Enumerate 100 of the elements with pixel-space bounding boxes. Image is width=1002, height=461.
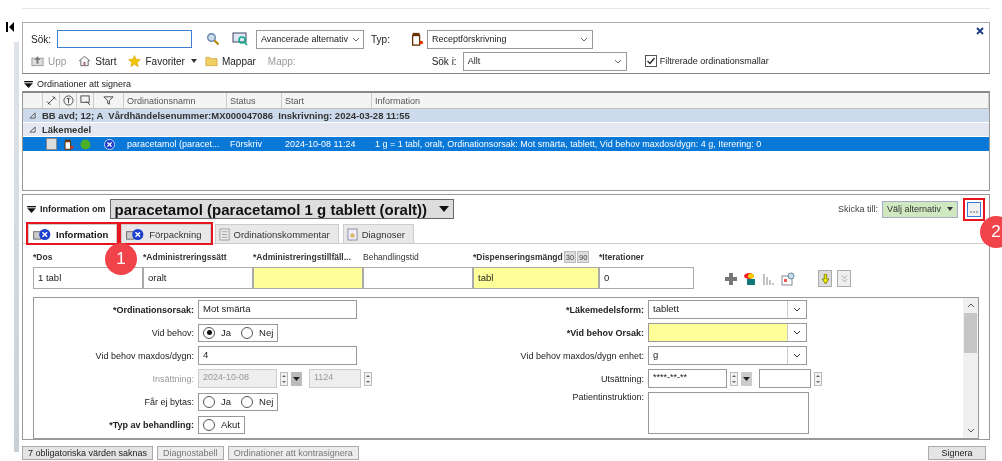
field-label: Insättning: — [151, 373, 195, 384]
column-header[interactable]: Information — [372, 93, 989, 108]
chevron-icon — [794, 353, 800, 358]
select-field[interactable]: tablett — [648, 300, 807, 319]
star-icon — [128, 55, 142, 67]
bottle-icon — [63, 138, 74, 150]
dropdown-caret-icon[interactable] — [190, 59, 197, 63]
group-label[interactable]: Läkemedel — [42, 124, 92, 135]
advanced-select[interactable]: Avancerade alternativ — [256, 29, 364, 49]
column-header[interactable]: Start — [282, 93, 372, 108]
field-label: *Iterationer — [599, 252, 644, 262]
plus-icon[interactable] — [724, 271, 738, 286]
checkbox-label[interactable]: Filtrerade ordinationsmallar — [659, 56, 769, 66]
scroll-up-icon[interactable] — [966, 303, 975, 308]
radio-option[interactable]: Nej — [241, 395, 274, 408]
bottle-icon — [409, 32, 424, 46]
select-field[interactable]: g — [648, 346, 807, 365]
tab[interactable]: Förpackning — [121, 224, 211, 243]
table-cell-text: Förskriv — [229, 138, 263, 151]
close-icon[interactable] — [976, 27, 984, 35]
collapse-toggle-icon[interactable] — [27, 205, 36, 213]
field-label: *Vid behov Orsak: — [565, 327, 645, 338]
footer-button[interactable]: 7 obligatoriska värden saknas — [22, 446, 154, 460]
field-label: *Ordinationsorsak: — [111, 304, 195, 315]
comment-header-icon — [79, 95, 91, 106]
cancel-icon — [32, 227, 52, 241]
field-label: Vid behov maxdos/dygn: — [94, 350, 195, 361]
row-checkbox[interactable] — [46, 138, 57, 150]
ellipsis-icon — [970, 210, 978, 213]
select-field[interactable] — [648, 323, 807, 342]
radio-option[interactable]: Nej — [241, 326, 274, 339]
calendar-icon[interactable] — [781, 271, 795, 286]
scroll-thumb[interactable] — [964, 313, 977, 353]
chevron-icon — [613, 58, 622, 64]
search-icon[interactable] — [206, 32, 220, 46]
nav-button[interactable]: Start — [78, 55, 117, 67]
chevron-icon — [794, 307, 800, 312]
date-field[interactable]: ****-**-** — [648, 369, 727, 388]
nav-button[interactable]: Mappar — [204, 55, 256, 67]
nav-button[interactable]: Favoriter — [128, 55, 185, 67]
folder-icon — [204, 55, 218, 67]
document-icon — [346, 227, 358, 241]
dropdown-caret-icon[interactable] — [741, 371, 752, 386]
move-down-button[interactable] — [818, 270, 832, 287]
search-in-select[interactable]: Allt — [462, 51, 627, 71]
spinner-icon[interactable] — [730, 371, 738, 386]
collapse-icon[interactable] — [6, 22, 14, 32]
search-label: Sök: — [31, 33, 51, 45]
cancel-icon[interactable] — [103, 138, 115, 150]
radio-option[interactable]: Ja — [203, 395, 232, 408]
info-header-icon — [62, 95, 74, 106]
input-field[interactable]: tabl — [473, 267, 599, 289]
type-select[interactable]: Receptförskrivning — [426, 29, 593, 49]
advanced-search-icon[interactable] — [232, 32, 248, 46]
caret-icon — [947, 207, 953, 211]
order-row[interactable]: paracetamol (paracet... Förskriv 2024-10-08 11:24 1 g = 1 tabl, oralt, Ordinationsorsak: Mot smärta, tablett, Vid behov maxdos/dygn: 4 g, Iterering: 0 — [23, 137, 989, 151]
tab[interactable]: Diagnoser — [342, 224, 414, 243]
spinner-icon[interactable] — [280, 371, 288, 386]
input-field[interactable]: oralt — [143, 267, 253, 289]
input-field[interactable] — [363, 267, 473, 289]
column-header[interactable]: Ordinationsnamn — [124, 93, 227, 108]
dropdown-caret-icon[interactable] — [291, 371, 302, 386]
product-select[interactable]: paracetamol (paracetamol 1 g tablett (oralt)) — [109, 199, 455, 219]
time-field[interactable] — [759, 369, 811, 388]
input-field[interactable]: 4 — [198, 346, 357, 365]
expander-icon[interactable] — [29, 126, 36, 133]
checkbox[interactable] — [644, 55, 657, 67]
field-label: Patientinstruktion: — [571, 392, 645, 402]
sign-button[interactable]: Signera — [928, 446, 986, 460]
expander-icon[interactable] — [29, 112, 36, 119]
caret-icon — [439, 206, 450, 212]
radio-option[interactable]: Ja — [203, 326, 232, 339]
collapse-toggle-icon[interactable] — [24, 80, 33, 88]
column-header[interactable]: Status — [227, 93, 282, 108]
spinner-icon[interactable] — [814, 371, 822, 386]
input-field[interactable] — [253, 267, 363, 289]
field-label: Vid behov: — [150, 327, 195, 338]
send-to-label: Skicka till: — [837, 204, 878, 214]
filter-header-icon — [103, 95, 114, 106]
search-field[interactable] — [57, 30, 192, 48]
field-label: *Typ av behandling: — [108, 419, 195, 430]
tab[interactable]: Ordinationskommentar — [214, 224, 339, 243]
table-cell-text: 1 g = 1 tabl, oralt, Ordinationsorsak: Mot smärta, tablett, Vid behov maxdos/dygn: 4 g, Iterering: 0 — [374, 138, 763, 151]
radio-option[interactable]: Akut — [203, 418, 240, 431]
spinner-icon[interactable] — [364, 371, 372, 386]
double-chevron-icon — [840, 273, 848, 284]
chevron-icon — [351, 36, 360, 42]
send-to-select[interactable]: Välj alternativ — [881, 200, 958, 218]
scrollbar[interactable] — [963, 298, 978, 438]
status-dot-icon — [80, 138, 91, 150]
scroll-down-icon[interactable] — [966, 428, 975, 433]
pill-header-icon — [45, 95, 57, 106]
arrow-down-icon — [821, 273, 829, 284]
input-field[interactable]: 1 tabl — [33, 267, 143, 289]
tab[interactable]: Information — [28, 224, 118, 243]
text-area[interactable] — [648, 392, 809, 434]
pills-icon[interactable] — [743, 271, 757, 286]
input-field[interactable]: 0 — [599, 267, 694, 289]
input-field[interactable]: Mot smärta — [198, 300, 357, 319]
table-cell-text: 2024-10-08 11:24 — [284, 138, 357, 151]
